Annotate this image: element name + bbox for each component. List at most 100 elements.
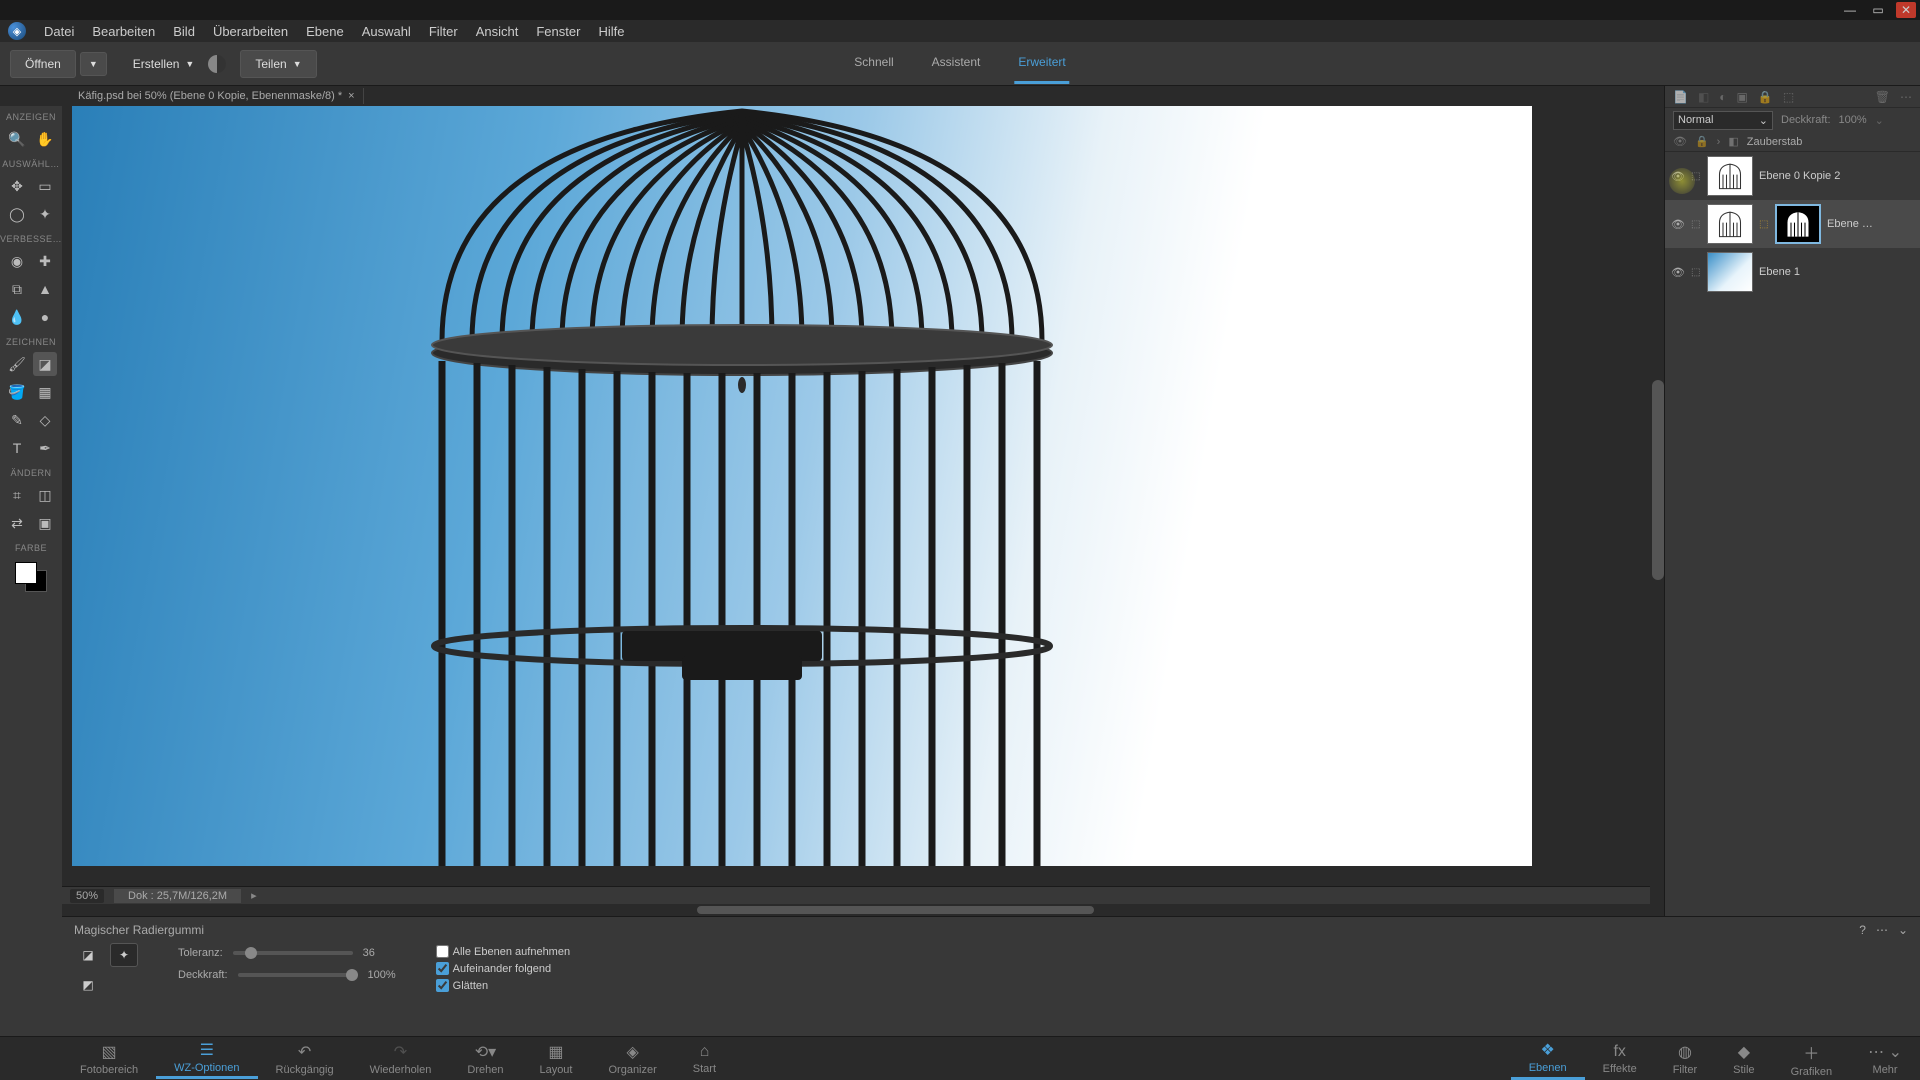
menu-auswahl[interactable]: Auswahl <box>362 24 411 39</box>
opacity-slider[interactable] <box>238 973 358 977</box>
graphics-tab-button[interactable]: ＋Grafiken <box>1773 1038 1851 1080</box>
delete-layer-icon[interactable]: 🗑 <box>1875 90 1890 104</box>
organizer-button[interactable]: ◈Organizer <box>590 1038 674 1079</box>
foreground-color-swatch[interactable] <box>15 562 37 584</box>
vertical-scrollbar-thumb[interactable] <box>1652 380 1664 580</box>
open-dropdown[interactable]: ▼ <box>80 52 107 76</box>
layer-thumbnail[interactable] <box>1707 252 1753 292</box>
expand-icon[interactable]: › <box>1717 136 1721 148</box>
layer-thumbnail[interactable] <box>1707 204 1753 244</box>
info-dropdown-icon[interactable]: ▸ <box>251 889 257 902</box>
lasso-tool-icon[interactable]: ◯ <box>5 202 29 226</box>
mask-icon[interactable]: ▣ <box>1737 90 1748 104</box>
close-button[interactable]: ✕ <box>1896 2 1916 18</box>
lock-icon[interactable]: 🔒 <box>1758 90 1773 104</box>
contiguous-checkbox[interactable]: Aufeinander folgend <box>436 962 570 975</box>
stamp-tool-icon[interactable]: ▲ <box>33 277 57 301</box>
menu-ebene[interactable]: Ebene <box>306 24 344 39</box>
zoom-tool-icon[interactable]: 🔍 <box>5 127 29 151</box>
document-tab[interactable]: Käfig.psd bei 50% (Ebene 0 Kopie, Ebenen… <box>70 88 364 104</box>
straighten-tool-icon[interactable]: ⇄ <box>5 511 29 535</box>
wand-tool-icon[interactable]: ✦ <box>33 202 57 226</box>
layer-link-icon[interactable]: ⬚ <box>1691 219 1701 230</box>
theme-toggle-icon[interactable] <box>208 55 226 73</box>
menu-ueberarbeiten[interactable]: Überarbeiten <box>213 24 288 39</box>
eraser-mode-background-icon[interactable]: ◩ <box>74 973 102 997</box>
layer-name[interactable]: Ebene … <box>1827 218 1914 230</box>
filters-tab-button[interactable]: ◍Filter <box>1655 1038 1715 1080</box>
layer-thumbnail[interactable] <box>1707 156 1753 196</box>
lock-filter-icon[interactable]: 🔒 <box>1695 135 1709 148</box>
content-tool-icon[interactable]: ▣ <box>33 511 57 535</box>
new-group-icon[interactable]: ◧ <box>1698 90 1709 104</box>
layer-name[interactable]: Ebene 0 Kopie 2 <box>1759 170 1914 182</box>
mode-quick[interactable]: Schnell <box>850 43 897 84</box>
clone-tool-icon[interactable]: ⧉ <box>5 277 29 301</box>
menu-hilfe[interactable]: Hilfe <box>598 24 624 39</box>
link-icon[interactable]: ⬚ <box>1783 90 1794 104</box>
rotate-button[interactable]: ⟲▾Drehen <box>449 1038 521 1079</box>
create-button[interactable]: Erstellen ▼ <box>119 51 209 77</box>
recompose-tool-icon[interactable]: ◫ <box>33 483 57 507</box>
collapse-icon[interactable]: ⌄ <box>1898 923 1908 937</box>
eraser-tool-icon[interactable]: ◪ <box>33 352 57 376</box>
layer-row[interactable]: 👁 ⬚ ⬚ Ebene … <box>1665 200 1920 248</box>
maximize-button[interactable]: ▭ <box>1868 2 1888 18</box>
layers-tab-button[interactable]: ❖Ebenen <box>1511 1038 1585 1080</box>
chevron-down-icon[interactable]: ⌄ <box>1875 114 1884 127</box>
options-menu-icon[interactable]: ⋯ <box>1876 923 1888 937</box>
menu-fenster[interactable]: Fenster <box>536 24 580 39</box>
new-layer-icon[interactable]: 📄 <box>1673 90 1688 104</box>
mode-expert[interactable]: Erweitert <box>1014 43 1069 84</box>
mode-guided[interactable]: Assistent <box>928 43 985 84</box>
layer-visibility-toggle[interactable]: 👁 <box>1671 170 1685 183</box>
brush-tool-icon[interactable]: 🖌 <box>5 352 29 376</box>
move-tool-icon[interactable]: ✥ <box>5 174 29 198</box>
eraser-mode-normal-icon[interactable]: ◪ <box>74 943 102 967</box>
menu-bild[interactable]: Bild <box>173 24 195 39</box>
opacity-option-value[interactable]: 100% <box>368 969 396 981</box>
slider-thumb[interactable] <box>346 969 358 981</box>
pen-tool-icon[interactable]: ✒ <box>33 436 57 460</box>
layer-row[interactable]: 👁 ⬚ Ebene 0 Kopie 2 <box>1665 152 1920 200</box>
hand-tool-icon[interactable]: ✋ <box>33 127 57 151</box>
shape-tool-icon[interactable]: ◇ <box>33 408 57 432</box>
layer-visibility-toggle[interactable]: 👁 <box>1671 218 1685 231</box>
bucket-tool-icon[interactable]: 🪣 <box>5 380 29 404</box>
antialias-checkbox[interactable]: Glätten <box>436 979 570 992</box>
zoom-field[interactable]: 50% <box>70 889 104 903</box>
photobin-button[interactable]: ▧Fotobereich <box>62 1038 156 1079</box>
adjustment-icon[interactable]: ◐ <box>1719 90 1726 104</box>
all-layers-checkbox[interactable]: Alle Ebenen aufnehmen <box>436 945 570 958</box>
menu-filter[interactable]: Filter <box>429 24 458 39</box>
marquee-tool-icon[interactable]: ▭ <box>33 174 57 198</box>
tooloptions-button[interactable]: ☰WZ-Optionen <box>156 1038 257 1079</box>
styles-tab-button[interactable]: ◆Stile <box>1715 1038 1772 1080</box>
layer-visibility-toggle[interactable]: 👁 <box>1671 266 1685 279</box>
more-tab-button[interactable]: ⋯ ⌄Mehr <box>1850 1038 1920 1080</box>
undo-button[interactable]: ↶Rückgängig <box>258 1038 352 1079</box>
mask-link-icon[interactable]: ⬚ <box>1759 219 1769 230</box>
layer-link-icon[interactable]: ⬚ <box>1691 171 1701 182</box>
pencil-tool-icon[interactable]: ✎ <box>5 408 29 432</box>
effects-tab-button[interactable]: fxEffekte <box>1585 1038 1655 1080</box>
menu-datei[interactable]: Datei <box>44 24 74 39</box>
open-button[interactable]: Öffnen <box>10 50 76 78</box>
fx-filter-icon[interactable]: ◧ <box>1728 135 1738 148</box>
gradient-tool-icon[interactable]: ▦ <box>33 380 57 404</box>
sponge-tool-icon[interactable]: ● <box>33 305 57 329</box>
opacity-value[interactable]: 100% <box>1839 114 1867 126</box>
layer-name[interactable]: Ebene 1 <box>1759 266 1914 278</box>
tolerance-slider[interactable] <box>233 951 353 955</box>
help-icon[interactable]: ? <box>1859 923 1866 937</box>
layer-row[interactable]: 👁 ⬚ Ebene 1 <box>1665 248 1920 296</box>
layout-button[interactable]: ▦Layout <box>521 1038 590 1079</box>
close-icon[interactable]: × <box>348 90 354 102</box>
menu-bearbeiten[interactable]: Bearbeiten <box>92 24 155 39</box>
blur-tool-icon[interactable]: 💧 <box>5 305 29 329</box>
slider-thumb[interactable] <box>245 947 257 959</box>
text-tool-icon[interactable]: T <box>5 436 29 460</box>
layer-mask-thumbnail[interactable] <box>1775 204 1821 244</box>
canvas-viewport[interactable] <box>62 106 1650 886</box>
tolerance-value[interactable]: 36 <box>363 947 375 959</box>
